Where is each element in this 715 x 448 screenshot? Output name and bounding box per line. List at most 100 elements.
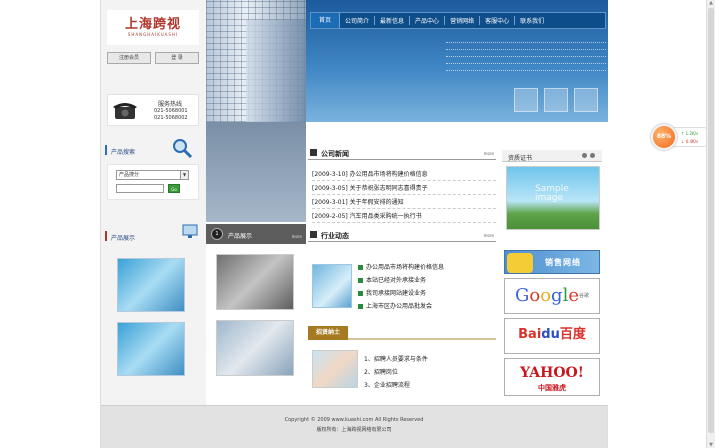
- sales-network-banner[interactable]: 销售网络: [504, 250, 600, 274]
- product-photo-1[interactable]: [216, 254, 294, 310]
- industry-image: [312, 264, 352, 308]
- upload-speed: ↑ 1.2K/s: [681, 131, 699, 136]
- section-bar: [105, 145, 107, 155]
- building-image-2: [246, 20, 306, 122]
- product-show-title: 产品展示: [111, 235, 136, 242]
- bullet-icon: [358, 278, 363, 283]
- company-news-more[interactable]: more: [484, 151, 494, 156]
- select-value: 产品搜分: [119, 172, 140, 178]
- telephone-icon: [113, 103, 137, 119]
- speed-panel: ↑ 1.2K/s ↓ 0.4K/s: [673, 127, 707, 147]
- hotline-phone-2: 021-5068002: [154, 115, 188, 121]
- search-go-button[interactable]: Go: [168, 184, 180, 193]
- news-item[interactable]: [2009-2-05] 汽车用品类采购统一执行书: [312, 210, 496, 223]
- company-news-header: 公司新闻 more: [308, 146, 496, 160]
- sample-text: Sample image: [535, 184, 569, 203]
- product-display-more[interactable]: more: [292, 234, 302, 239]
- baidu-link[interactable]: Baidu百度: [504, 318, 600, 354]
- product-show-header: 产品展示: [105, 224, 200, 244]
- nav-item-products[interactable]: 产品中心: [410, 16, 446, 25]
- logo-cn: 上海跨视: [124, 17, 181, 32]
- baidu-logo: Baidu百度: [518, 327, 586, 342]
- google-logo: Google谷歌: [514, 285, 590, 306]
- product-display-title: 产品展示: [228, 233, 253, 240]
- product-thumbnail-2[interactable]: [117, 322, 185, 376]
- job-header-line: [348, 338, 496, 340]
- industry-news-title: 行业动态: [321, 232, 349, 240]
- product-photo-2[interactable]: [216, 320, 294, 376]
- search-input[interactable]: [116, 184, 164, 193]
- news-item[interactable]: [2009-3-05] 关于恭祝张志明同志喜得贵子: [312, 182, 496, 195]
- nav-item-contact[interactable]: 联系我们: [515, 16, 549, 25]
- nav-item-service[interactable]: 客服中心: [480, 16, 516, 25]
- sample-image[interactable]: Sample image: [506, 166, 600, 230]
- site-logo[interactable]: 上海跨视 SHANGHAIKUASHI: [107, 10, 199, 45]
- google-link[interactable]: Google谷歌: [504, 278, 600, 314]
- qualification-title: 资质证书: [508, 155, 533, 162]
- yahoo-logo: YAHOO!: [520, 365, 584, 381]
- hotline-box: 服务热线 021-5068001 021-5068002: [107, 94, 199, 126]
- product-category-select[interactable]: 产品搜分 ▼: [116, 170, 189, 180]
- register-button[interactable]: 注册会员: [107, 52, 151, 64]
- nav-item-home[interactable]: 首页: [311, 13, 341, 28]
- building-image-lower: [206, 122, 306, 222]
- industry-item[interactable]: 办公用品市场将构建价格信息: [358, 262, 496, 274]
- news-item[interactable]: [2009-3-10] 办公用品市场将构建价格信息: [312, 168, 496, 181]
- industry-item[interactable]: 上海市区办公用品批发会: [358, 301, 496, 313]
- percent-badge: 88%: [651, 124, 677, 150]
- monitor-icon: [182, 224, 198, 238]
- yahoo-link[interactable]: YAHOO! 中国雅虎: [504, 358, 600, 396]
- hotline-phone-1: 021-5068001: [154, 108, 188, 114]
- nav-item-network[interactable]: 营销网络: [445, 16, 481, 25]
- section-badge-icon: 1: [211, 228, 223, 240]
- logo-en: SHANGHAIKUASHI: [127, 32, 179, 37]
- chevron-down-icon: ▼: [180, 171, 188, 179]
- job-item[interactable]: 1、招聘人员要求与条件: [364, 354, 494, 366]
- content-area: 1 产品展示 more 公司新闻 more [2009-3-10] 办公用品市场…: [206, 122, 608, 405]
- header-banner: 首页 公司简介 最新信息 产品中心 营销网络 客服中心 联系我们: [206, 0, 608, 122]
- dot-icon: [582, 153, 587, 158]
- news-column: 公司新闻 more [2009-3-10] 办公用品市场将构建价格信息 [200…: [308, 122, 500, 405]
- vertical-scrollbar[interactable]: ▲ ▼: [706, 0, 715, 448]
- product-thumbnail-1[interactable]: [117, 258, 185, 312]
- magnifier-icon: [173, 139, 193, 159]
- main-nav: 首页 公司简介 最新信息 产品中心 营销网络 客服中心 联系我们: [310, 12, 606, 29]
- bullet-icon: [358, 265, 363, 270]
- books-icon: [514, 88, 538, 112]
- files-icon: [574, 88, 598, 112]
- job-title: 招贤纳士: [308, 326, 348, 340]
- pens-icon: [544, 88, 568, 112]
- login-button[interactable]: 登 录: [155, 52, 199, 64]
- news-item[interactable]: [2009-3-01] 关于年假安排的通知: [312, 196, 496, 209]
- job-item[interactable]: 2、招聘岗位: [364, 367, 494, 379]
- industry-item[interactable]: 本站已经对外承接业务: [358, 275, 496, 287]
- nav-item-about[interactable]: 公司简介: [340, 16, 376, 25]
- scroll-down-icon[interactable]: ▼: [708, 442, 714, 448]
- hotline-label: 服务热线: [158, 101, 183, 108]
- site-footer: Copyright © 2009 www.kuashi.com All Righ…: [101, 405, 607, 448]
- industry-news-header: 行业动态 more: [308, 228, 496, 242]
- scroll-up-icon[interactable]: ▲: [708, 0, 714, 6]
- square-bullet-icon: [310, 231, 317, 238]
- left-column: 上海跨视 SHANGHAIKUASHI 注册会员 登 录 服务热线 021-50…: [101, 0, 206, 405]
- footer-copyright: Copyright © 2009 www.kuashi.com All Righ…: [284, 417, 424, 423]
- nav-item-news[interactable]: 最新信息: [375, 16, 411, 25]
- network-speed-widget[interactable]: ↑ 1.2K/s ↓ 0.4K/s 88%: [651, 124, 707, 150]
- product-display-header: 1 产品展示 more: [206, 224, 306, 244]
- dot-icon: [590, 153, 595, 158]
- download-speed: ↓ 0.4K/s: [681, 139, 699, 144]
- qualification-header: 资质证书: [502, 150, 602, 162]
- industry-item[interactable]: 我司承接网站建设业务: [358, 288, 496, 300]
- section-bar: [105, 231, 107, 241]
- industry-news-more[interactable]: more: [484, 233, 494, 238]
- browser-page: 上海跨视 SHANGHAIKUASHI 注册会员 登 录 服务热线 021-50…: [0, 0, 715, 448]
- banner-decoration: [446, 42, 606, 77]
- scrollbar-thumb[interactable]: [708, 8, 714, 433]
- company-news-title: 公司新闻: [321, 150, 349, 158]
- product-search-title: 产品搜索: [111, 149, 136, 156]
- sales-network-label: 销售网络: [545, 258, 581, 267]
- job-item[interactable]: 3、企业招聘流程: [364, 380, 494, 392]
- right-column: 资质证书 Sampleimage 销售网络 Google谷歌 Baidu百度: [502, 122, 608, 405]
- member-buttons: 注册会员 登 录: [107, 52, 199, 64]
- product-search-box: 产品搜分 ▼ Go: [107, 164, 199, 200]
